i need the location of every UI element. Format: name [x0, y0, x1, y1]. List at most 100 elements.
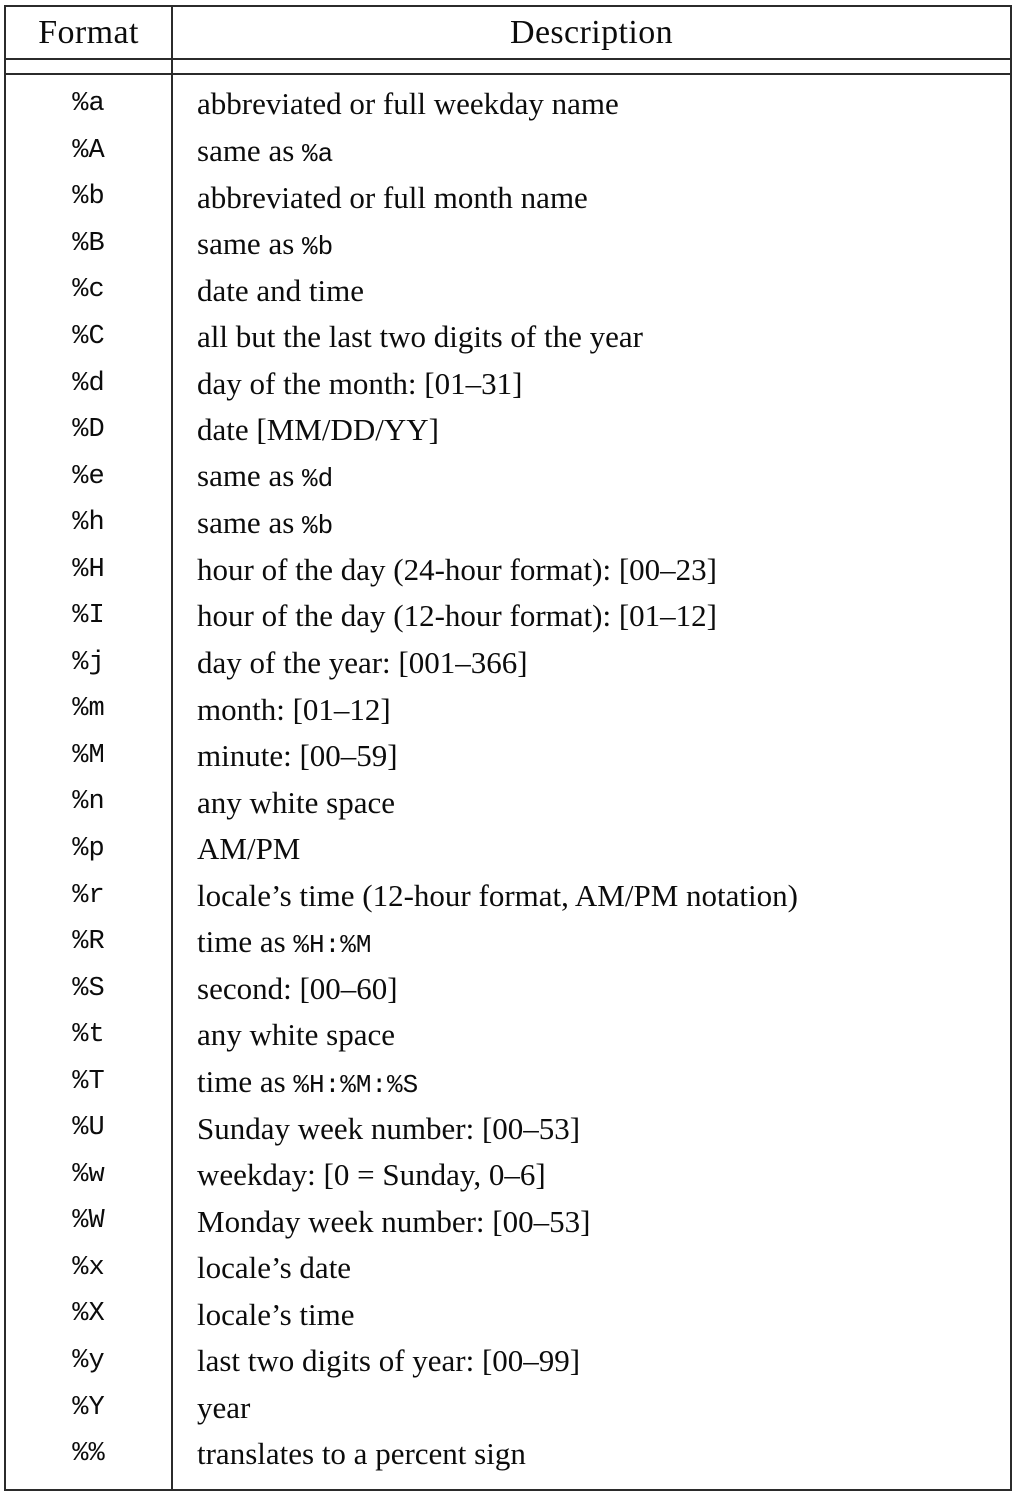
description-text: locale’s time	[197, 1296, 355, 1332]
description-cell: second: [00–60]	[172, 965, 1011, 1012]
format-code: %a	[72, 89, 105, 120]
column-header-format: Format	[5, 6, 173, 59]
format-code: %I	[72, 601, 105, 632]
format-code: %Y	[72, 1392, 105, 1423]
table-row: %t any white space	[5, 1011, 1011, 1059]
table-row: %W Monday week number: [00–53]	[5, 1198, 1011, 1245]
description-cell: weekday: [0 = Sunday, 0–6]	[172, 1152, 1011, 1199]
body-top-padding-right	[172, 74, 1011, 81]
format-code-cell: %B	[5, 220, 173, 268]
description-cell: date [MM/DD/YY]	[172, 407, 1011, 454]
format-code: %U	[72, 1113, 105, 1144]
format-code-cell: %n	[5, 779, 173, 826]
description-cell: any white space	[172, 1012, 1011, 1059]
description-text: same as	[197, 458, 303, 494]
body-top-padding-left	[5, 74, 173, 81]
description-text: same as	[197, 132, 303, 168]
table-row: %d day of the month: [01–31]	[5, 360, 1011, 407]
format-code: %p	[72, 834, 105, 865]
table-row: %D date [MM/DD/YY]	[5, 406, 1011, 454]
description-text: same as	[197, 504, 303, 540]
description-cell: translates to a percent sign	[172, 1431, 1011, 1478]
format-code-cell: %p	[5, 825, 173, 873]
description-cell: Monday week number: [00–53]	[172, 1198, 1011, 1245]
table-row: %B same as %b	[5, 220, 1011, 268]
format-code-cell: %%	[5, 1430, 173, 1478]
format-code-cell: %w	[5, 1151, 173, 1199]
format-code-cell: %j	[5, 639, 173, 687]
description-text: weekday: [0 = Sunday, 0–6]	[197, 1157, 546, 1193]
table-row: %h same as %b	[5, 499, 1011, 547]
format-code-cell: %h	[5, 499, 173, 547]
description-text: any white space	[197, 1017, 395, 1053]
page-root: Format Description %a abbreviated or full…	[0, 0, 1022, 1491]
format-code-cell: %c	[5, 267, 173, 314]
body-bottom-padding-right	[172, 1477, 1011, 1490]
format-code-cell: %S	[5, 965, 173, 1012]
table-row: %a abbreviated or full weekday name	[5, 81, 1011, 128]
format-code-cell: %d	[5, 360, 173, 407]
table-row: %p AM/PM	[5, 825, 1011, 873]
header-rule-right	[172, 58, 1011, 75]
format-code: %T	[72, 1066, 105, 1097]
format-code: %m	[72, 694, 105, 725]
table-row: %T time as %H:%M:%S	[5, 1058, 1011, 1106]
format-code: %C	[72, 322, 105, 352]
description-inline-code: %H:%M:%S	[293, 1069, 419, 1100]
body-top-padding	[5, 74, 1011, 81]
description-text: date [MM/DD/YY]	[197, 412, 439, 448]
format-code: %j	[72, 647, 105, 678]
description-cell: time as %H:%M	[172, 919, 1011, 966]
format-code: %%	[72, 1439, 105, 1470]
table-row: %Y year	[5, 1384, 1011, 1431]
format-code: %M	[72, 740, 105, 771]
format-code-cell: %I	[5, 593, 173, 640]
format-code: %t	[72, 1020, 105, 1051]
description-text: abbreviated or full weekday name	[197, 86, 619, 122]
description-text: year	[197, 1389, 251, 1425]
body-bottom-padding	[5, 1477, 1011, 1491]
table-row: %U Sunday week number: [00–53]	[5, 1105, 1011, 1152]
description-cell: locale’s date	[172, 1245, 1011, 1292]
description-cell: same as %b	[172, 500, 1011, 547]
format-code: %h	[72, 508, 105, 539]
description-cell: abbreviated or full month name	[172, 174, 1011, 221]
description-cell: date and time	[172, 267, 1011, 314]
format-code-cell: %Y	[5, 1384, 173, 1431]
description-inline-code: %d	[302, 464, 334, 495]
description-text: last two digits of year: [00–99]	[197, 1343, 581, 1379]
format-code-cell: %y	[5, 1337, 173, 1385]
column-header-description: Description	[509, 13, 674, 51]
description-cell: locale’s time	[172, 1291, 1011, 1338]
format-code-cell: %e	[5, 453, 173, 500]
description-cell: last two digits of year: [00–99]	[172, 1338, 1011, 1385]
format-code: %A	[72, 135, 105, 166]
description-cell: same as %b	[172, 221, 1011, 268]
format-code-cell: %a	[5, 81, 173, 128]
description-text: any white space	[197, 784, 395, 820]
description-text: time as	[197, 923, 294, 959]
format-code-cell: %m	[5, 686, 173, 733]
format-code-cell: %C	[5, 313, 173, 361]
table-row: %H hour of the day (24-hour format): [00–…	[5, 546, 1011, 594]
body-bottom-padding-left	[5, 1477, 173, 1491]
format-code: %W	[72, 1206, 105, 1237]
description-cell: day of the year: [001–366]	[172, 640, 1011, 687]
table-row: %A same as %a	[5, 127, 1011, 175]
header-row: Format Description	[5, 6, 1011, 59]
header-rule-left	[5, 58, 173, 75]
table-row: %m month: [01–12]	[5, 686, 1011, 733]
description-text: hour of the day (12-hour format): [01–12…	[197, 598, 717, 634]
description-cell: year	[172, 1384, 1011, 1431]
format-code: %B	[72, 228, 105, 259]
description-text: hour of the day (24-hour format): [00–23…	[197, 551, 717, 587]
table-row: %e same as %d	[5, 453, 1011, 500]
format-code: %R	[72, 927, 105, 958]
table-row: %w weekday: [0 = Sunday, 0–6]	[5, 1151, 1011, 1199]
table-row: %M minute: [00–59]	[5, 732, 1011, 780]
table-row: %I hour of the day (12-hour format): [01–…	[5, 593, 1011, 640]
table-row: %y last two digits of year: [00–99]	[5, 1337, 1011, 1385]
description-text: month: [01–12]	[197, 691, 391, 727]
description-cell: all but the last two digits of the year	[172, 314, 1011, 361]
description-text: all but the last two digits of the year	[197, 319, 643, 355]
